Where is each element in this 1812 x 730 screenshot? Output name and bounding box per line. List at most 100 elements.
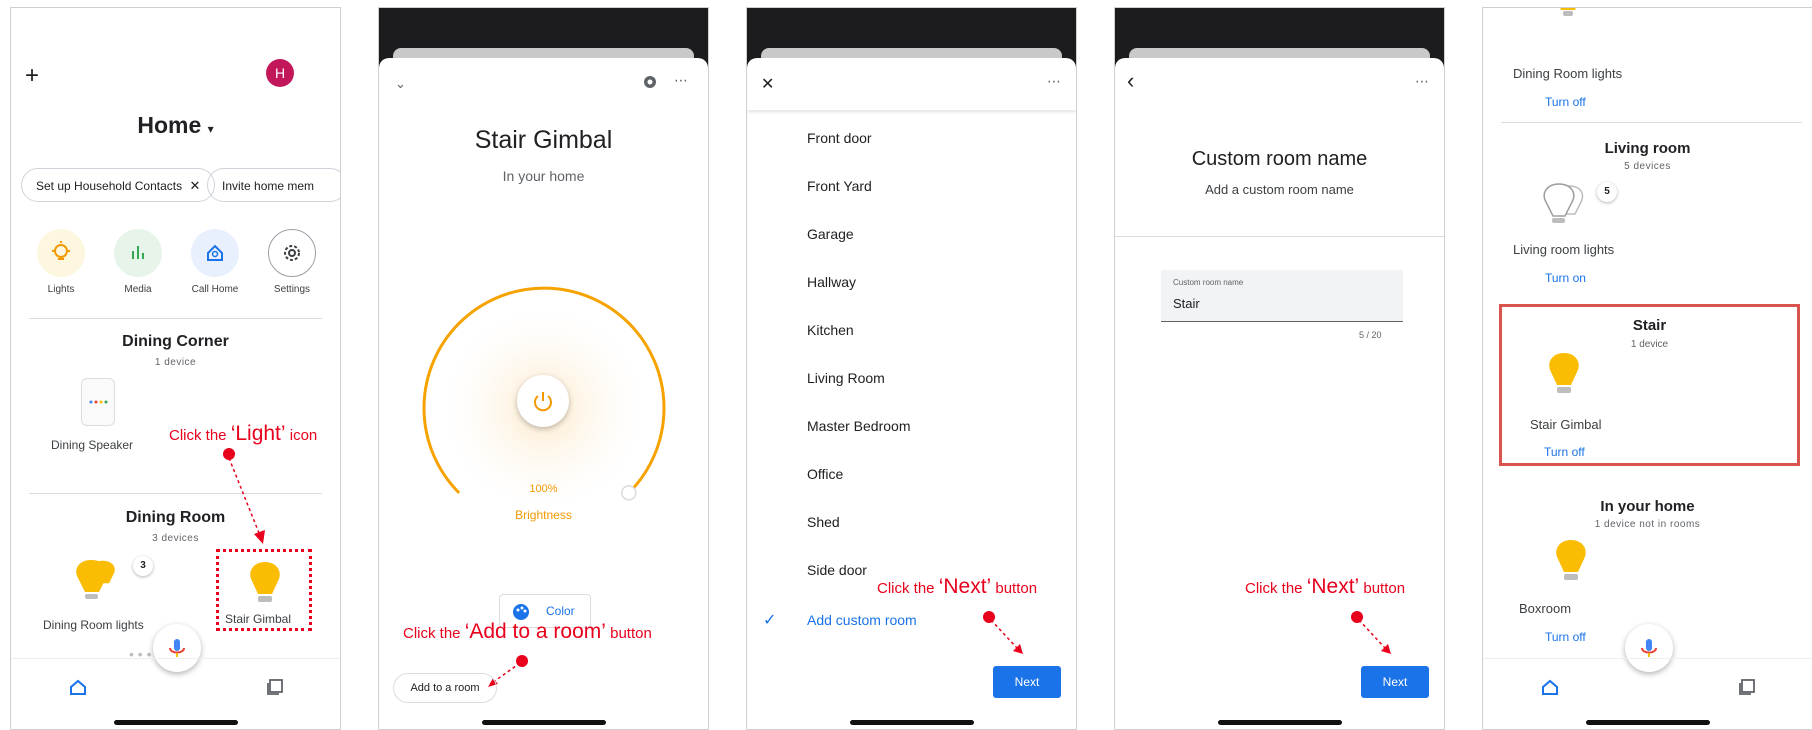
dining-lights-group[interactable] [71, 556, 131, 604]
bulb-group-icon [1543, 183, 1584, 223]
back-icon[interactable]: ‹ [1127, 68, 1134, 94]
next-button[interactable]: Next [993, 666, 1061, 698]
annotation-arrow [1358, 619, 1391, 654]
bulb-icon [52, 241, 70, 260]
room-title: Dining Corner [122, 333, 229, 350]
char-counter: 5 / 20 [1359, 330, 1382, 340]
room-option[interactable]: Front door [807, 130, 872, 146]
room-sheet: ✕ ⋯ Front door Front Yard Garage Hallway… [747, 58, 1076, 729]
settings-gear[interactable] [641, 73, 659, 96]
home-title[interactable]: Home ▾ [11, 112, 340, 139]
room-title: In your home [1600, 498, 1695, 515]
device-label: Living room lights [1513, 242, 1615, 257]
plus-icon: + [25, 62, 40, 89]
room-option[interactable]: Side door [807, 562, 867, 578]
device-label: Stair Gimbal [225, 612, 292, 626]
annotation-suffix: button [605, 625, 652, 642]
room-device-count: 1 device not in rooms [1594, 519, 1701, 530]
screen-custom-room: ‹ ⋯ Custom room name Add a custom room n… [1114, 7, 1445, 730]
screen-device: ⌄ ⋯ Stair Gimbal In your home 100% Brigh… [378, 7, 709, 730]
custom-room-name-field[interactable]: Custom room name Stair [1161, 270, 1403, 322]
nav-home-icon[interactable] [69, 679, 87, 695]
mic-button[interactable] [1625, 624, 1673, 672]
room-option[interactable]: Hallway [807, 274, 856, 290]
device-title: Stair Gimbal [474, 126, 613, 154]
nav-feed-icon[interactable] [1738, 678, 1756, 696]
annotation-text: Click the ‘Next’ button [1245, 575, 1405, 599]
living-lights-group[interactable] [1539, 180, 1595, 228]
nav-home-icon[interactable] [1541, 679, 1559, 695]
more-icon[interactable]: ⋯ [1415, 73, 1429, 90]
turn-off-link[interactable]: Turn off [1545, 630, 1586, 644]
room-device-count: 1 device [1630, 339, 1669, 350]
name-sheet: ‹ ⋯ Custom room name Add a custom room n… [1115, 58, 1444, 729]
room-option[interactable]: Front Yard [807, 178, 872, 194]
room-option[interactable]: Master Bedroom [807, 418, 910, 434]
device-label: Dining Room lights [1513, 66, 1623, 81]
divider [1115, 236, 1444, 237]
close-icon[interactable]: ✕ [189, 178, 200, 193]
header-shadow [747, 106, 1076, 110]
chevron-down-icon: ▾ [207, 122, 214, 136]
annotation-prefix: Click the [169, 427, 231, 444]
home-indicator [1217, 720, 1342, 725]
annotation-text: Click the ‘Add to a room’ button [403, 620, 652, 644]
bulb-icon[interactable] [1546, 351, 1582, 399]
add-to-room-button[interactable]: Add to a room [393, 673, 497, 703]
screen-choose-room: ✕ ⋯ Front door Front Yard Garage Hallway… [746, 7, 1077, 730]
more-dots: • • • [129, 646, 152, 662]
field-value[interactable]: Stair [1173, 296, 1200, 311]
room-option[interactable]: Kitchen [807, 322, 854, 338]
more-icon[interactable]: ⋯ [1047, 73, 1061, 90]
mic-icon [1641, 639, 1657, 657]
screen-home: + H Home ▾ Set up Household Contacts ✕ I… [10, 7, 341, 730]
room-device-count: 3 devices [152, 533, 199, 544]
annotation-emph: ‘Next’ [938, 575, 992, 598]
annotation-emph: ‘Light’ [230, 422, 286, 445]
media-shortcut[interactable] [114, 229, 162, 277]
gear-icon [284, 245, 300, 261]
turn-on-link[interactable]: Turn on [1545, 271, 1586, 285]
power-button[interactable] [517, 375, 569, 427]
annotation-prefix: Click the [877, 580, 939, 597]
mic-icon [169, 639, 185, 657]
check-icon: ✓ [763, 612, 777, 629]
add-button[interactable]: + [25, 62, 39, 90]
divider [1501, 122, 1802, 123]
room-option[interactable]: Shed [807, 514, 840, 530]
home-indicator [113, 720, 238, 725]
turn-off-link[interactable]: Turn off [1545, 95, 1586, 109]
room-title: Dining Room [125, 509, 226, 526]
avatar[interactable]: H [266, 59, 294, 87]
call-home-shortcut[interactable] [191, 229, 239, 277]
bulb-icon[interactable] [1553, 538, 1589, 586]
annotation-suffix: icon [285, 427, 318, 444]
room-option[interactable]: Living Room [807, 370, 885, 386]
add-custom-room-option[interactable]: Add custom room [807, 612, 917, 628]
chip-household-contacts[interactable]: Set up Household Contacts ✕ [21, 168, 216, 202]
divider [29, 318, 322, 319]
annotation-suffix: button [991, 580, 1038, 597]
gear-icon [644, 76, 656, 88]
close-icon[interactable]: ✕ [761, 74, 774, 94]
settings-label: Settings [273, 284, 311, 295]
device-label: Dining Room lights [43, 618, 144, 632]
mic-button[interactable] [153, 624, 201, 672]
chip-invite-member[interactable]: Invite home mem [207, 168, 340, 202]
settings-shortcut[interactable] [268, 229, 316, 277]
more-icon[interactable]: ⋯ [674, 72, 688, 89]
room-device-count: 5 devices [1624, 161, 1671, 172]
chevron-down-icon[interactable]: ⌄ [395, 76, 406, 92]
next-button[interactable]: Next [1361, 666, 1429, 698]
room-title: Stair [1632, 317, 1667, 334]
speaker-device[interactable] [81, 378, 115, 426]
lights-shortcut[interactable] [37, 229, 85, 277]
color-label: Color [546, 604, 575, 618]
nav-feed-icon[interactable] [266, 678, 284, 696]
turn-off-link[interactable]: Turn off [1544, 445, 1585, 459]
stair-gimbal-highlight[interactable]: Stair Gimbal [216, 549, 312, 631]
room-option[interactable]: Garage [807, 226, 854, 242]
annotation-prefix: Click the [1245, 580, 1307, 597]
lights-label: Lights [47, 284, 75, 295]
room-option[interactable]: Office [807, 466, 843, 482]
